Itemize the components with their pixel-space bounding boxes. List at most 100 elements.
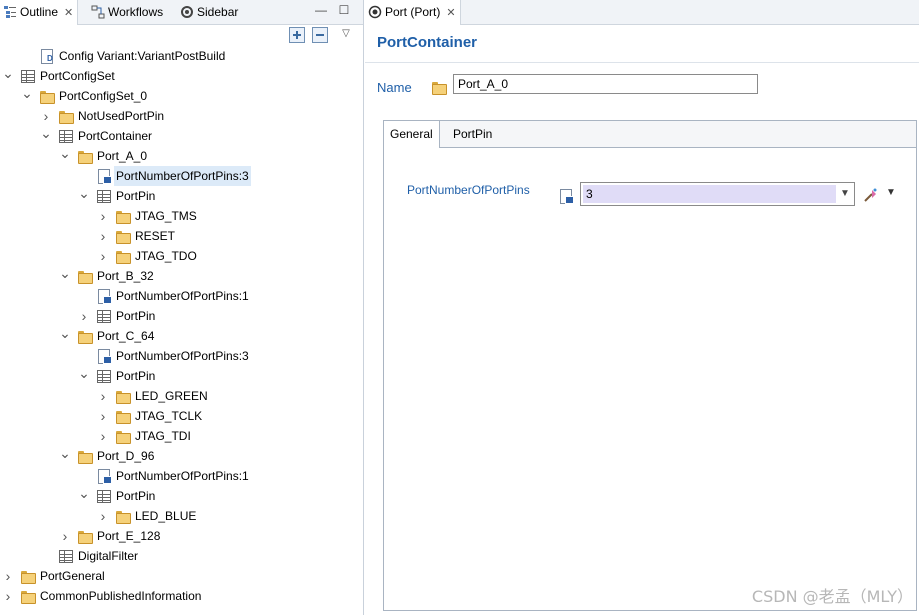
chevron-right-icon[interactable]: › <box>97 426 109 446</box>
tree-item[interactable]: › JTAG_TDO <box>0 246 363 266</box>
tree-item-label: JTAG_TMS <box>135 209 197 223</box>
folder-icon <box>77 529 93 544</box>
tree-item[interactable]: › PortGeneral <box>0 566 363 586</box>
tree-item-label: LED_BLUE <box>135 509 197 523</box>
editor-tabbar: Port (Port) ✕ <box>365 0 919 25</box>
chevron-right-icon[interactable]: › <box>97 506 109 526</box>
tree-item[interactable]: ⌄ Port_D_96 <box>0 446 363 466</box>
tree-item-label: PortNumberOfPortPins:1 <box>116 289 249 303</box>
view-menu-icon[interactable]: ▽ <box>340 28 352 40</box>
tab-general[interactable]: General <box>384 121 440 148</box>
tree-item[interactable]: › NotUsedPortPin <box>0 106 363 126</box>
chevron-down-icon[interactable]: ⌄ <box>21 86 33 106</box>
chevron-down-icon[interactable]: ⌄ <box>78 186 90 206</box>
tree-item-label: Port_D_96 <box>97 449 155 463</box>
chevron-down-icon[interactable]: ⌄ <box>59 446 71 466</box>
tree-item[interactable]: › RESET <box>0 226 363 246</box>
tab-sidebar[interactable]: Sidebar <box>177 0 242 24</box>
tab-sidebar-label: Sidebar <box>197 5 239 19</box>
chevron-down-icon[interactable]: ⌄ <box>40 126 52 146</box>
chevron-right-icon[interactable]: › <box>2 586 14 606</box>
tree-item[interactable]: ⌄ PortContainer <box>0 126 363 146</box>
tree-item[interactable]: › CommonPublishedInformation <box>0 586 363 606</box>
tree-item-label: PortNumberOfPortPins:3 <box>114 166 251 186</box>
tab-workflows[interactable]: Workflows <box>88 0 167 24</box>
port-editor-icon <box>368 5 382 19</box>
watermark: CSDN @老孟（MLY） <box>751 587 913 606</box>
chevron-right-icon[interactable]: › <box>2 566 14 586</box>
chevron-down-icon[interactable]: ⌄ <box>59 266 71 286</box>
tree-item[interactable]: › LED_BLUE <box>0 506 363 526</box>
folder-icon <box>77 329 93 344</box>
chevron-down-icon[interactable]: ⌄ <box>2 66 14 86</box>
folder-icon <box>77 269 93 284</box>
tree-item[interactable]: ⌄ PortPin <box>0 186 363 206</box>
tree-item[interactable]: ⌄ Port_B_32 <box>0 266 363 286</box>
table-icon <box>58 549 74 563</box>
tab-port-editor[interactable]: Port (Port) ✕ <box>365 0 461 25</box>
table-icon <box>96 369 112 383</box>
tree-item[interactable]: PortNumberOfPortPins:3 <box>0 346 363 366</box>
chevron-right-icon[interactable]: › <box>78 306 90 326</box>
page-title: PortContainer <box>377 34 478 51</box>
close-icon[interactable]: ✕ <box>446 7 455 19</box>
chevron-right-icon[interactable]: › <box>97 406 109 426</box>
left-tabbar: Outline ✕ Workflows Sidebar — ☐ <box>0 0 363 25</box>
chevron-right-icon[interactable]: › <box>40 106 52 126</box>
tab-portpin[interactable]: PortPin <box>447 121 498 147</box>
minimize-icon[interactable]: — <box>314 3 328 17</box>
tab-workflows-label: Workflows <box>108 5 164 19</box>
expand-all-icon[interactable] <box>289 27 305 43</box>
chevron-right-icon[interactable]: › <box>97 226 109 246</box>
port-number-label: PortNumberOfPortPins <box>407 183 530 197</box>
close-icon[interactable]: ✕ <box>64 7 73 19</box>
tree-item[interactable]: › JTAG_TCLK <box>0 406 363 426</box>
tree-item-label: Port_E_128 <box>97 529 161 543</box>
tree-item[interactable]: ⌄ PortPin <box>0 366 363 386</box>
maximize-icon[interactable]: ☐ <box>337 3 351 17</box>
tree-item-label: PortNumberOfPortPins:3 <box>116 349 249 363</box>
chevron-right-icon[interactable]: › <box>59 526 71 546</box>
collapse-all-icon[interactable] <box>312 27 328 43</box>
port-number-combo[interactable]: 3 ▼ <box>580 182 855 206</box>
tree-item-label: PortConfigSet <box>40 69 115 83</box>
tree-item[interactable]: › JTAG_TDI <box>0 426 363 446</box>
tree-item[interactable]: ⌄ PortConfigSet_0 <box>0 86 363 106</box>
edit-wand-icon[interactable] <box>863 187 879 203</box>
parameter-icon <box>96 169 112 184</box>
tree-item[interactable]: ⌄ Port_C_64 <box>0 326 363 346</box>
tree-item[interactable]: › LED_GREEN <box>0 386 363 406</box>
table-icon <box>96 309 112 323</box>
tree-item[interactable]: ⌄ Port_A_0 <box>0 146 363 166</box>
workflows-icon <box>91 5 105 19</box>
tree-item-label: NotUsedPortPin <box>78 109 165 123</box>
tree-item-label: Port_B_32 <box>97 269 154 283</box>
chevron-right-icon[interactable]: › <box>97 246 109 266</box>
tree-item[interactable]: DigitalFilter <box>0 546 363 566</box>
tree-item-label: PortConfigSet_0 <box>59 89 148 103</box>
tree-item[interactable]: PortNumberOfPortPins:3 <box>0 166 363 186</box>
chevron-right-icon[interactable]: › <box>97 206 109 226</box>
wand-dropdown-icon[interactable]: ▼ <box>886 187 896 198</box>
port-number-value[interactable]: 3 <box>583 185 836 203</box>
tree-item[interactable]: PortNumberOfPortPins:1 <box>0 286 363 306</box>
folder-icon <box>115 249 131 264</box>
tree-item[interactable]: › PortPin <box>0 306 363 326</box>
tree-item[interactable]: ⌄ PortConfigSet <box>0 66 363 86</box>
tree-item[interactable]: › Port_E_128 <box>0 526 363 546</box>
tree-item-label: PortContainer <box>78 129 153 143</box>
chevron-down-icon[interactable]: ⌄ <box>78 366 90 386</box>
folder-icon <box>20 589 36 604</box>
tab-outline[interactable]: Outline ✕ <box>0 0 79 25</box>
chevron-down-icon[interactable]: ⌄ <box>78 486 90 506</box>
chevron-down-icon[interactable]: ⌄ <box>59 326 71 346</box>
name-field[interactable] <box>453 74 758 94</box>
chevron-down-icon[interactable]: ▼ <box>838 185 852 203</box>
tree-item[interactable]: › JTAG_TMS <box>0 206 363 226</box>
editor-pane: Port (Port) ✕ PortContainer Name General … <box>365 0 919 615</box>
tree-item[interactable]: PortNumberOfPortPins:1 <box>0 466 363 486</box>
tree-item[interactable]: Config Variant:VariantPostBuild <box>0 46 363 66</box>
tree-item[interactable]: ⌄ PortPin <box>0 486 363 506</box>
chevron-down-icon[interactable]: ⌄ <box>59 146 71 166</box>
chevron-right-icon[interactable]: › <box>97 386 109 406</box>
